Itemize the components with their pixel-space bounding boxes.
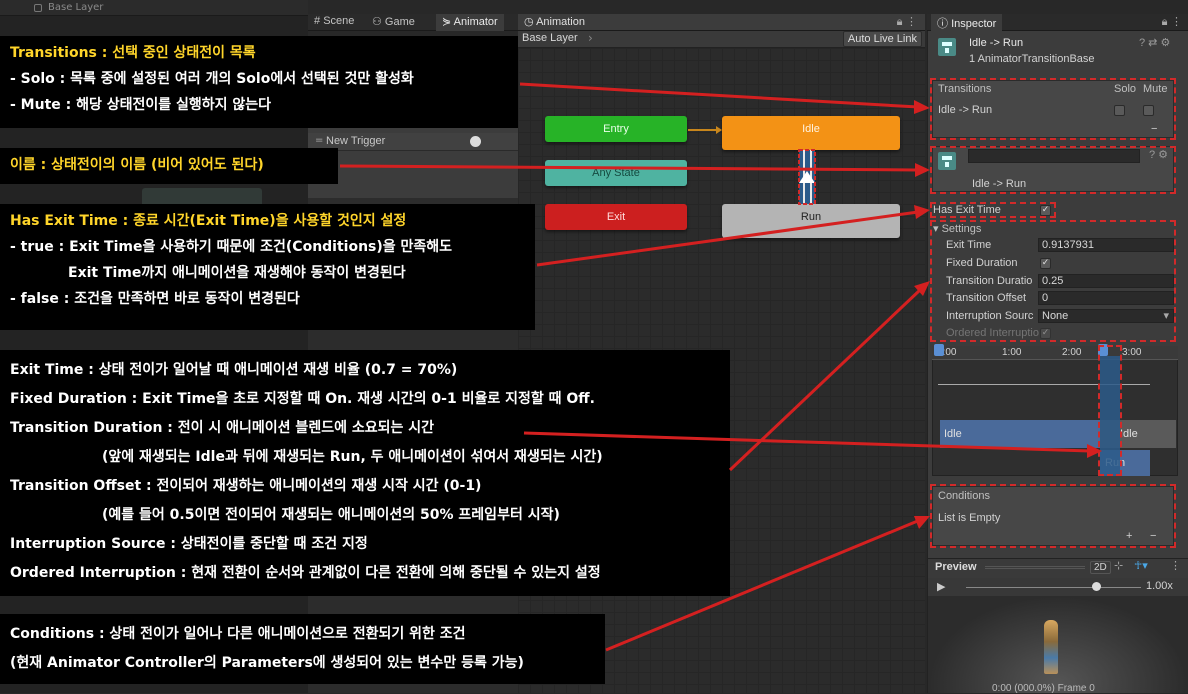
annotation-line: - false : 조건을 만족하면 바로 동작이 변경된다: [10, 291, 300, 307]
annotation-line: Fixed Duration : Exit Time을 초로 지정할 때 On.…: [10, 391, 595, 407]
speed-slider-track[interactable]: [966, 587, 1141, 588]
lock-icon[interactable]: 🔒︎ ⋮: [897, 15, 917, 29]
annotation-name: 이름 : 상태전이의 이름 (비어 있어도 된다): [0, 148, 338, 184]
animation-tab[interactable]: ◷ Animation 🔒︎ ⋮: [518, 14, 925, 31]
info-icon: ⓘ: [937, 18, 952, 30]
hash-icon: #: [314, 15, 324, 27]
annotation-line: Transition Duration : 전이 시 애니메이션 블렌드에 소요…: [10, 420, 434, 436]
more-icon[interactable]: ⋮: [1170, 559, 1181, 572]
annotation-line: Has Exit Time : 종료 시간(Exit Time)을 사용할 것인…: [10, 213, 407, 229]
annotation-has-exit-time: Has Exit Time : 종료 시간(Exit Time)을 사용할 것인…: [0, 204, 535, 330]
clock-icon: ◷: [524, 16, 537, 28]
chevron-right-icon: ›: [588, 31, 593, 45]
editor-tabbar: # Scene ⚇ Game ⋟ Animator: [308, 14, 518, 31]
annotation-line: (앞에 재생되는 Idle과 뒤에 재생되는 Run, 두 애니메이션이 섞여서…: [102, 449, 603, 465]
pivot-icon[interactable]: ⊹: [1114, 559, 1123, 572]
preview-speed: 1.00x: [1146, 580, 1173, 592]
speed-slider-thumb[interactable]: [1092, 582, 1101, 591]
highlight-has-exit: [930, 202, 1056, 218]
annotation-settings: Exit Time : 상태 전이가 일어날 때 애니메이션 재생 비율 (0.…: [0, 350, 730, 596]
state-run[interactable]: Run: [722, 204, 900, 238]
tab-inspector[interactable]: ⓘ Inspector: [931, 14, 1003, 31]
annotation-line: Exit Time : 상태 전이가 일어날 때 애니메이션 재생 비율 (0.…: [10, 362, 458, 378]
annotation-line: (예를 들어 0.5이면 전이되어 재생되는 애니메이션의 50% 프레임부터 …: [102, 507, 560, 523]
lock-icon[interactable]: 🔒︎ ⋮: [1162, 15, 1182, 29]
preview-2d-button[interactable]: 2D: [1090, 561, 1111, 574]
transition-icon: [938, 38, 956, 56]
annotation-line: Transition Offset : 전이되어 재생하는 애니메이션의 재생 …: [10, 478, 482, 494]
annotation-line: Interruption Source : 상태전이를 중단할 때 조건 지정: [10, 536, 368, 552]
highlight-conditions: [930, 484, 1176, 548]
breadcrumb-layer[interactable]: Base Layer: [522, 32, 578, 44]
annotation-conditions: Conditions : 상태 전이가 일어나 다른 애니메이션으로 전환되기 …: [0, 614, 605, 684]
highlight-settings: [930, 220, 1176, 342]
tick-label: 3:00: [1122, 347, 1142, 358]
preview-frame: 0:00 (000.0%) Frame 0: [992, 683, 1095, 694]
tab-game[interactable]: ⚇ Game: [366, 14, 421, 31]
parameter-row[interactable]: = New Trigger: [308, 133, 518, 151]
annotation-line: Exit Time까지 애니메이션을 재생해야 동작이 변경된다: [68, 265, 406, 281]
state-idle[interactable]: Idle: [722, 116, 900, 150]
annotation-line: (현재 Animator Controller의 Parameters에 생성되…: [10, 655, 524, 671]
state-any[interactable]: Any State: [545, 160, 687, 186]
tab-animator[interactable]: ⋟ Animator: [436, 14, 504, 31]
annotation-line: 이름 : 상태전이의 이름 (비어 있어도 된다): [10, 157, 264, 173]
annotation-line: Ordered Interruption : 현재 전환이 순서와 관계없이 다…: [10, 565, 601, 581]
idle-clip-bar: [940, 420, 1100, 448]
animator-icon: ⋟: [442, 16, 454, 28]
annotation-transitions: Transitions : 선택 중인 상태전이 목록 - Solo : 목록 …: [0, 36, 518, 128]
annotation-line: Transitions : 선택 중인 상태전이 목록: [10, 45, 256, 61]
tab-scene[interactable]: # Scene: [308, 14, 360, 31]
trigger-toggle[interactable]: [470, 136, 481, 147]
inspector-title: Idle -> Run: [969, 37, 1024, 49]
idle-clip-label-2: Idle: [1120, 428, 1138, 440]
auto-live-link-button[interactable]: Auto Live Link: [842, 31, 922, 47]
gamepad-icon: ⚇: [372, 16, 385, 28]
preview-drag-bar[interactable]: [985, 566, 1085, 569]
preview-label: Preview: [935, 561, 977, 573]
highlight-transitions: [930, 78, 1176, 140]
preview-viewport[interactable]: [928, 596, 1188, 693]
drag-handle-icon: =: [315, 135, 324, 146]
layer-strip: Base Layer: [0, 0, 308, 16]
highlight-transition-region: [1098, 345, 1122, 476]
avatar-icon[interactable]: ☥▾: [1134, 559, 1148, 572]
highlight-name: [930, 146, 1176, 194]
tick-label: 2:00: [1062, 347, 1082, 358]
character-preview: [1044, 620, 1058, 674]
annotation-line: - Solo : 목록 중에 설정된 여러 개의 Solo에서 선택된 것만 활…: [10, 71, 414, 87]
annotation-line: - Mute : 해당 상태전이를 실행하지 않는다: [10, 97, 272, 113]
annotation-line: - true : Exit Time을 사용하기 때문에 조건(Conditio…: [10, 239, 453, 255]
idle-clip-label: Idle: [944, 428, 962, 440]
tick-label: 1:00: [1002, 347, 1022, 358]
state-exit[interactable]: Exit: [545, 204, 687, 230]
inspector-tabbar: ⓘ Inspector 🔒︎ ⋮: [927, 14, 1188, 31]
help-icon[interactable]: ? ⇄ ⚙: [1139, 36, 1170, 49]
animator-toolbar: Base Layer › Auto Live Link: [518, 31, 925, 48]
eye-icon: [34, 4, 42, 12]
annotation-line: Conditions : 상태 전이가 일어나 다른 애니메이션으로 전환되기 …: [10, 626, 466, 642]
state-entry[interactable]: Entry: [545, 116, 687, 142]
playhead-marker[interactable]: [934, 344, 944, 356]
inspector-subtitle: 1 AnimatorTransitionBase: [969, 53, 1095, 65]
play-icon[interactable]: ▶: [937, 580, 945, 593]
